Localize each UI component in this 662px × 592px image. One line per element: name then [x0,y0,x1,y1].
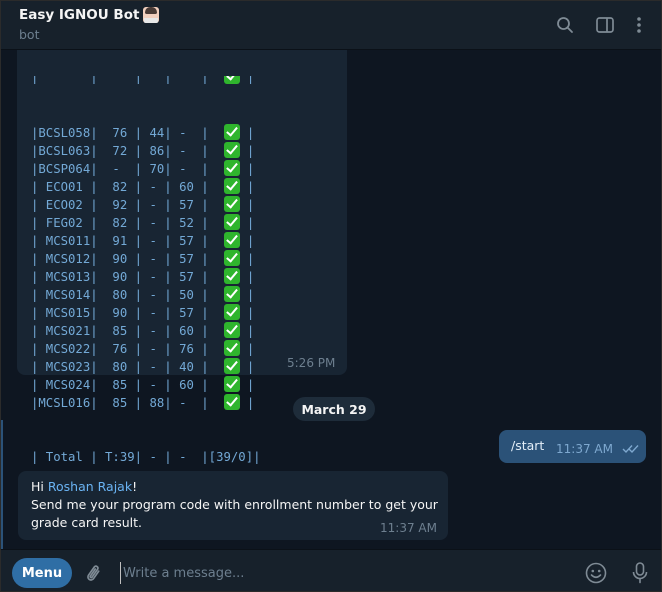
grade-row: | ECO01 | 82 | - | 60 | | [31,178,261,196]
message-composer: Menu [1,549,661,591]
incoming-message-time: 11:37 AM [380,521,437,535]
grade-row-text: | MCS014| 80 | - | 50 | [31,288,224,302]
grade-row: | ECO02 | 92 | - | 57 | | [31,196,261,214]
grade-row-end: | [239,162,255,176]
grade-row: | MCS022| 76 | - | 76 | | [31,340,261,358]
check-mark-icon [223,322,240,338]
grade-table-message[interactable]: | | | | | | |BCSL058| 76 | 44| - | | |BCS… [17,50,347,518]
grade-row-text: | FEG02 | 82 | - | 52 | [31,216,224,230]
outgoing-message[interactable]: /start 11:37 AM [499,430,646,463]
grade-row-end: | [239,342,255,356]
grade-row-end: | [239,252,255,266]
grade-row: | MCS014| 80 | - | 50 | | [31,286,261,304]
grade-row-text: | MCS015| 90 | - | 57 | [31,306,224,320]
grade-row-text: | MCS012| 90 | - | 57 | [31,252,224,266]
grade-row-end: | [239,288,255,302]
grade-rows: |BCSL058| 76 | 44| - | | |BCSL063| 72 | 8… [31,124,261,412]
grade-row: | MCS015| 90 | - | 57 | | [31,304,261,322]
attach-icon[interactable] [82,561,106,585]
check-mark-icon [223,124,240,140]
check-mark-icon [223,76,240,84]
grade-row-end: | [239,144,255,158]
grade-row-end: | [239,360,255,374]
grade-row-end: | [239,198,255,212]
search-icon[interactable] [554,14,576,36]
grade-row-text: | MCS023| 80 | - | 40 | [31,360,224,374]
microphone-icon[interactable] [628,561,652,585]
grade-row-end: | [239,126,255,140]
chat-header[interactable]: Easy IGNOU Bot bot [1,1,661,50]
grade-row-end: | [239,378,255,392]
check-mark-icon [223,268,240,284]
greeting-text: Hi [31,479,48,494]
grade-row-text: | MCS024| 85 | - | 60 | [31,378,224,392]
incoming-message[interactable]: Hi Roshan Rajak! Send me your program co… [18,471,448,540]
grade-row-text: |MCSL016| 85 | 88| - | [31,396,224,410]
check-mark-icon [223,142,240,158]
user-mention-link[interactable]: Roshan Rajak [48,479,132,494]
grade-row-text: | MCS011| 91 | - | 57 | [31,234,224,248]
grade-row: |BCSL063| 72 | 86| - | | [31,142,261,160]
chat-title-text: Easy IGNOU Bot [19,7,140,23]
grade-row-text: | ECO02 | 92 | - | 57 | [31,198,224,212]
grade-row-end: | [239,306,255,320]
grade-row-text: |BCSP064| - | 70| - | [31,162,224,176]
grade-row-text: |BCSL063| 72 | 86| - | [31,144,224,158]
grade-row-text: | MCS013| 90 | - | 57 | [31,270,224,284]
woman-technologist-emoji-icon [143,7,160,23]
check-mark-icon [223,178,240,194]
grade-row-end: | [239,216,255,230]
check-mark-icon [223,250,240,266]
check-mark-icon [223,232,240,248]
grade-row: | FEG02 | 82 | - | 52 | | [31,214,261,232]
greeting-exclaim: ! [132,479,138,494]
outgoing-message-time: 11:37 AM [556,442,613,456]
check-mark-icon [223,358,240,374]
table-partial-row: | | | | | | [31,76,261,88]
check-mark-icon [223,286,240,302]
grade-row: | MCS011| 91 | - | 57 | | [31,232,261,250]
double-check-icon [622,445,639,454]
menu-button[interactable]: Menu [12,558,72,588]
check-mark-icon [223,196,240,212]
grade-row-text: | MCS021| 85 | - | 60 | [31,324,224,338]
check-mark-icon [223,304,240,320]
incoming-body-text: Send me your program code with enrollmen… [31,497,438,530]
outgoing-message-text: /start [511,438,545,453]
grade-row: | MCS023| 80 | - | 40 | | [31,358,261,376]
message-time: 5:26 PM [287,356,336,370]
grade-row: | MCS012| 90 | - | 57 | | [31,250,261,268]
emoji-icon[interactable] [584,561,608,585]
grade-row: | MCS024| 85 | - | 60 | | [31,376,261,394]
total-row: | Total | T:39| - | - |[39/0]| [31,450,261,464]
chat-title[interactable]: Easy IGNOU Bot [19,7,160,23]
selection-indicator [1,420,3,549]
more-vertical-icon[interactable] [628,14,650,36]
date-separator: March 29 [293,397,375,421]
grade-row-end: | [239,396,255,410]
grade-row-text: | ECO01 | 82 | - | 60 | [31,180,224,194]
grade-row: |MCSL016| 85 | 88| - | | [31,394,261,412]
check-mark-icon [223,376,240,392]
check-mark-icon [223,214,240,230]
grade-row: |BCSP064| - | 70| - | | [31,160,261,178]
grade-row-end: | [239,234,255,248]
grade-row: | MCS021| 85 | - | 60 | | [31,322,261,340]
grade-row-end: | [239,324,255,338]
message-input[interactable] [120,562,560,584]
grade-row: |BCSL058| 76 | 44| - | | [31,124,261,142]
message-list[interactable]: | | | | | | |BCSL058| 76 | 44| - | | |BCS… [1,50,661,549]
grade-row-end: | [239,270,255,284]
check-mark-icon [223,340,240,356]
chat-subtitle: bot [19,27,40,42]
check-mark-icon [223,160,240,176]
grade-row: | MCS013| 90 | - | 57 | | [31,268,261,286]
grade-row-end: | [239,180,255,194]
sidebar-toggle-icon[interactable] [594,14,616,36]
grade-row-text: | MCS022| 76 | - | 76 | [31,342,224,356]
check-mark-icon [223,394,240,410]
grade-row-text: |BCSL058| 76 | 44| - | [31,126,224,140]
